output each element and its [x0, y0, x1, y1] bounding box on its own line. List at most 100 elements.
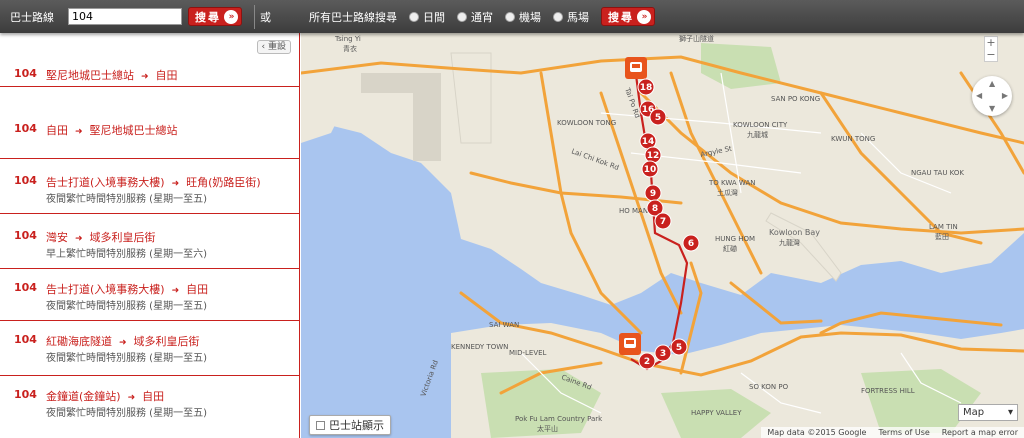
bus-stop-marker[interactable]: 10 [641, 160, 659, 178]
map-label: KENNEDY TOWN [451, 343, 508, 351]
chevron-down-icon: ▾ [1007, 407, 1013, 418]
map-label: 九龍城 [747, 130, 768, 139]
route-service-note: 夜間繁忙時間特別服務 (星期一至五) [46, 408, 207, 419]
filter-radio-airport[interactable]: 機場 [505, 9, 541, 25]
map-label: 土瓜灣 [717, 188, 738, 197]
filter-label-overnight: 通宵 [471, 10, 493, 24]
report-error-link[interactable]: Report a map error [942, 428, 1018, 437]
filter-label-racecourse: 馬場 [567, 10, 589, 24]
map-label: KOWLOON TONG [557, 119, 616, 127]
arrow-right-icon: ➜ [141, 72, 149, 82]
arrow-right-icon: ➜ [171, 179, 180, 189]
svg-text:14: 14 [642, 137, 655, 147]
map-label: 太平山 [537, 424, 558, 433]
bus-stop-marker[interactable]: 2 [638, 352, 656, 370]
route-direction: 金鐘道(金鐘站) ➜ 自田 [46, 388, 164, 404]
route-number: 104 [14, 122, 37, 135]
route-list-item[interactable]: 104 金鐘道(金鐘站) ➜ 自田 夜間繁忙時間特別服務 (星期一至五) [0, 376, 299, 438]
route-origin: 告士打道(入境事務大樓) [46, 176, 165, 189]
checkbox-icon[interactable] [316, 420, 325, 430]
radio-dot-icon[interactable] [505, 11, 515, 22]
filter-radio-racecourse[interactable]: 馬場 [553, 9, 589, 25]
map-label: HAPPY VALLEY [691, 409, 742, 417]
pan-right-icon[interactable]: ▶ [1002, 91, 1008, 100]
svg-text:7: 7 [660, 217, 666, 227]
map-label: FORTRESS HILL [861, 387, 915, 395]
or-label: 或 [260, 10, 271, 24]
bus-stop-marker[interactable]: 5 [649, 108, 667, 126]
route-results-list: ‹ 重設 104 堅尼地城巴士總站 ➜ 自田 104 自田 ➜ 堅尼地城巴士總站 104… [0, 33, 300, 438]
map-label: Tsing Yi [334, 35, 361, 43]
route-destination: 域多利皇后街 [133, 335, 200, 348]
route-destination: 自田 [186, 283, 209, 296]
route-service-note: 夜間繁忙時間特別服務 (星期一至五) [46, 194, 207, 205]
route-number-input[interactable] [68, 8, 182, 25]
route-list-item[interactable]: 104 灣安 ➜ 域多利皇后街 早上繁忙時間特別服務 (星期一至六) [0, 214, 299, 269]
route-destination: 堅尼地城巴士總站 [89, 124, 178, 137]
route-list-item[interactable]: 104 告士打道(入境事務大樓) ➜ 自田 夜間繁忙時間特別服務 (星期一至五) [0, 269, 299, 321]
route-list-item[interactable]: 104 紅磡海底隧道 ➜ 域多利皇后街 夜間繁忙時間特別服務 (星期一至五) [0, 321, 299, 376]
route-number: 104 [14, 67, 37, 80]
bus-stop-marker[interactable]: 18 [637, 78, 655, 96]
bus-stop-marker[interactable]: 3 [654, 344, 672, 362]
map-label: 青衣 [343, 44, 357, 53]
map-label: LAM TIN [929, 223, 958, 231]
map-label: Pok Fu Lam Country Park [515, 415, 603, 423]
bus-stop-marker[interactable]: 12 [644, 146, 662, 164]
bus-terminus-marker-south[interactable] [619, 333, 641, 355]
route-list-item[interactable]: 104 自田 ➜ 堅尼地城巴士總站 [0, 87, 299, 159]
route-list-item[interactable]: 104 堅尼地城巴士總站 ➜ 自田 [0, 33, 299, 87]
route-search-button-label: 搜尋 [195, 10, 221, 24]
route-service-note: 夜間繁忙時間特別服務 (星期一至五) [46, 301, 207, 312]
radio-dot-icon[interactable] [409, 11, 419, 22]
all-routes-search-button-label: 搜尋 [608, 10, 634, 24]
map-label: HUNG HOM [715, 235, 755, 243]
map-data-credit: Map data ©2015 Google [767, 428, 867, 437]
zoom-out-button[interactable]: − [985, 49, 997, 61]
filter-radio-day[interactable]: 日間 [409, 9, 445, 25]
route-origin: 自田 [46, 124, 68, 137]
map-label: MID-LEVEL [509, 349, 547, 357]
pan-up-icon[interactable]: ▲ [989, 79, 995, 88]
route-search-button[interactable]: 搜尋 » [188, 7, 242, 26]
route-origin: 告士打道(入境事務大樓) [46, 283, 165, 296]
route-list-item[interactable]: 104 告士打道(入境事務大樓) ➜ 旺角(奶路臣街) 夜間繁忙時間特別服務 (星期… [0, 159, 299, 214]
map-label: SAN PO KONG [771, 95, 820, 103]
pan-control[interactable]: ▲ ▼ ◀ ▶ [972, 76, 1012, 116]
route-direction: 灣安 ➜ 域多利皇后街 [46, 229, 156, 245]
bus-terminus-marker-north[interactable] [625, 57, 647, 79]
terms-of-use-link[interactable]: Terms of Use [878, 428, 929, 437]
map-type-select[interactable]: Map ▾ [958, 404, 1018, 421]
route-origin: 灣安 [46, 231, 68, 244]
route-destination: 域多利皇后街 [89, 231, 156, 244]
bus-stop-marker[interactable]: 6 [682, 234, 700, 252]
route-direction: 告士打道(入境事務大樓) ➜ 旺角(奶路臣街) [46, 174, 261, 190]
route-number: 104 [14, 281, 37, 294]
map-label: SO KON PO [749, 383, 789, 391]
all-routes-search-button[interactable]: 搜尋 » [601, 7, 655, 26]
radio-dot-icon[interactable] [457, 11, 467, 22]
map-label: Kowloon Bay [769, 228, 820, 237]
show-bus-stops-label: 巴士站顯示 [329, 419, 384, 432]
route-direction: 告士打道(入境事務大樓) ➜ 自田 [46, 281, 208, 297]
pan-down-icon[interactable]: ▼ [989, 104, 995, 113]
route-map[interactable]: Tsing Yi 青衣 獅子山隧道 SAN PO KONG KOWLOON CI… [301, 33, 1024, 438]
route-direction: 自田 ➜ 堅尼地城巴士總站 [46, 122, 178, 138]
pan-left-icon[interactable]: ◀ [976, 91, 982, 100]
map-label: TO KWA WAN [708, 179, 755, 187]
bus-stop-marker[interactable]: 5 [670, 338, 688, 356]
filter-radio-overnight[interactable]: 通宵 [457, 9, 493, 25]
svg-text:10: 10 [644, 165, 657, 175]
show-bus-stops-toggle[interactable]: 巴士站顯示 [309, 415, 391, 435]
zoom-control: + − [984, 36, 998, 62]
bus-stop-marker[interactable]: 7 [654, 212, 672, 230]
chevron-right-icon: » [637, 9, 651, 24]
bus-stop-marker[interactable]: 9 [644, 184, 662, 202]
arrow-right-icon: ➜ [119, 338, 127, 348]
map-label: 九龍灣 [779, 238, 800, 247]
svg-text:9: 9 [650, 189, 656, 199]
arrow-right-icon: ➜ [127, 393, 136, 403]
radio-dot-icon[interactable] [553, 11, 563, 22]
chevron-right-icon: » [224, 9, 238, 24]
filter-label-day: 日間 [423, 10, 445, 24]
